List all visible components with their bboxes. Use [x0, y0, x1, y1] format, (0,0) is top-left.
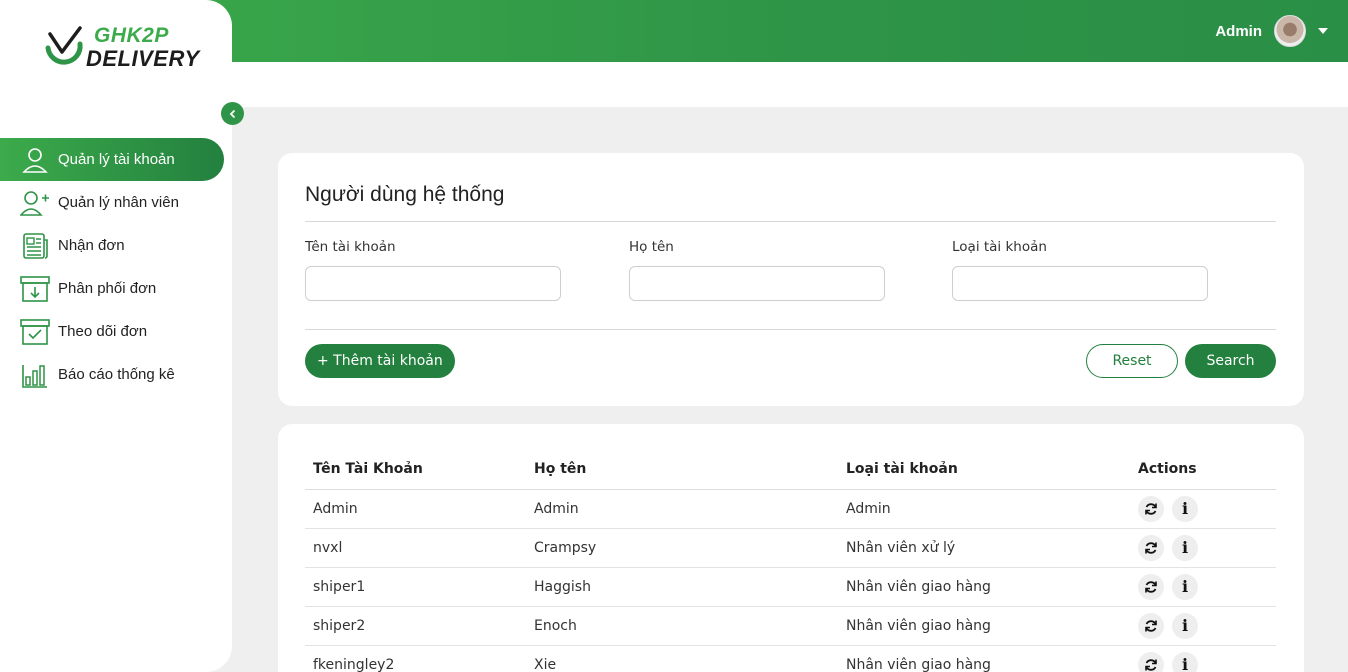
- sidebar-item-label: Phân phối đơn: [58, 280, 157, 297]
- sidebar-item-account-management[interactable]: Quản lý tài khoản: [0, 138, 224, 181]
- table-cell: Nhân viên xử lý: [838, 528, 1130, 568]
- fullname-input[interactable]: [629, 266, 885, 301]
- add-account-button[interactable]: + Thêm tài khoản: [305, 344, 455, 378]
- reset-button[interactable]: Reset: [1086, 344, 1178, 378]
- row-actions: i: [1138, 534, 1276, 561]
- fullname-label: Họ tên: [629, 239, 674, 255]
- table-cell: nvxl: [305, 528, 526, 568]
- sidebar-item-receive-orders[interactable]: Nhận đơn: [0, 224, 232, 267]
- user-name: Admin: [1215, 22, 1262, 40]
- table-body: Admin Admin Admin i nvxl Crampsy Nhân viên xử …: [305, 489, 1276, 672]
- sidebar-item-label: Theo dõi đơn: [58, 323, 148, 340]
- sidebar-item-label: Báo cáo thống kê: [58, 366, 175, 383]
- account-type-input[interactable]: [952, 266, 1208, 301]
- table-header-row: Tên Tài Khoản Họ tên Loại tài khoản Acti…: [305, 450, 1276, 490]
- row-actions: i: [1138, 573, 1276, 600]
- sidebar-item-distribute-orders[interactable]: Phân phối đơn: [0, 267, 232, 310]
- user-add-icon: [20, 188, 50, 218]
- sidebar-item-label: Quản lý nhân viên: [58, 194, 179, 211]
- row-actions: i: [1138, 612, 1276, 639]
- table-cell: Crampsy: [526, 528, 838, 568]
- username-filter: Tên tài khoản: [305, 239, 561, 301]
- table-row: Admin Admin Admin i: [305, 489, 1276, 529]
- table-cell: Nhân viên giao hàng: [838, 645, 1130, 672]
- accounts-table: Tên Tài Khoản Họ tên Loại tài khoản Acti…: [305, 450, 1276, 672]
- refresh-icon[interactable]: [1138, 651, 1164, 672]
- user-icon: [20, 145, 50, 175]
- column-header: Tên Tài Khoản: [305, 450, 526, 490]
- archive-download-icon: [20, 274, 50, 304]
- sidebar-item-track-orders[interactable]: Theo dõi đơn: [0, 310, 232, 353]
- username-label: Tên tài khoản: [305, 239, 396, 255]
- table-cell: Admin: [838, 489, 1130, 529]
- info-icon[interactable]: i: [1172, 612, 1198, 639]
- account-type-label: Loại tài khoản: [952, 239, 1047, 255]
- divider: [305, 221, 1276, 222]
- chevron-left-icon: [229, 109, 235, 118]
- brand-line1: GHK2P: [94, 24, 169, 47]
- actions-cell: i: [1130, 567, 1276, 607]
- column-header: Loại tài khoản: [838, 450, 1130, 490]
- search-button[interactable]: Search: [1185, 344, 1276, 378]
- bar-chart-icon: [20, 360, 50, 390]
- sidebar-collapse-button[interactable]: [221, 102, 244, 125]
- sidebar-item-label: Quản lý tài khoản: [58, 151, 175, 168]
- table-cell: fkeningley2: [305, 645, 526, 672]
- table-cell: shiper1: [305, 567, 526, 607]
- actions-cell: i: [1130, 606, 1276, 646]
- table-row: shiper2 Enoch Nhân viên giao hàng i: [305, 606, 1276, 646]
- info-icon[interactable]: i: [1172, 651, 1198, 672]
- brand-line2: DELIVERY: [86, 46, 200, 71]
- row-actions: i: [1138, 495, 1276, 522]
- logo-icon: [45, 26, 83, 65]
- column-header: Actions: [1130, 450, 1276, 490]
- table-cell: Xie: [526, 645, 838, 672]
- table-row: fkeningley2 Xie Nhân viên giao hàng i: [305, 645, 1276, 672]
- sidebar-item-staff-management[interactable]: Quản lý nhân viên: [0, 181, 232, 224]
- table-cell: Enoch: [526, 606, 838, 646]
- document-icon: [20, 231, 50, 261]
- logo: GHK2P DELIVERY: [40, 22, 200, 72]
- filter-card: Người dùng hệ thống Tên tài khoản Họ tên…: [278, 153, 1304, 406]
- table-row: shiper1 Haggish Nhân viên giao hàng i: [305, 567, 1276, 607]
- subheader-bar: [232, 62, 1348, 107]
- table-cell: Haggish: [526, 567, 838, 607]
- sidebar-item-reports[interactable]: Báo cáo thống kê: [0, 353, 232, 396]
- info-icon[interactable]: i: [1172, 495, 1198, 522]
- page-title: Người dùng hệ thống: [305, 183, 505, 206]
- divider: [305, 329, 1276, 330]
- actions-cell: i: [1130, 528, 1276, 568]
- fullname-filter: Họ tên: [629, 239, 885, 301]
- column-header: Họ tên: [526, 450, 838, 490]
- user-menu[interactable]: Admin: [1215, 14, 1328, 48]
- table-cell: shiper2: [305, 606, 526, 646]
- table-cell: Admin: [305, 489, 526, 529]
- refresh-icon[interactable]: [1138, 495, 1164, 522]
- sidebar: GHK2P DELIVERY Quản lý tài khoản Quản lý…: [0, 0, 232, 672]
- archive-check-icon: [20, 317, 50, 347]
- info-icon[interactable]: i: [1172, 534, 1198, 561]
- chevron-down-icon[interactable]: [1318, 28, 1328, 34]
- sidebar-item-label: Nhận đơn: [58, 237, 125, 254]
- avatar[interactable]: [1274, 15, 1306, 47]
- actions-cell: i: [1130, 489, 1276, 529]
- accounts-table-card: Tên Tài Khoản Họ tên Loại tài khoản Acti…: [278, 424, 1304, 672]
- row-actions: i: [1138, 651, 1276, 672]
- refresh-icon[interactable]: [1138, 534, 1164, 561]
- actions-cell: i: [1130, 645, 1276, 672]
- table-cell: Nhân viên giao hàng: [838, 567, 1130, 607]
- username-input[interactable]: [305, 266, 561, 301]
- table-cell: Nhân viên giao hàng: [838, 606, 1130, 646]
- refresh-icon[interactable]: [1138, 573, 1164, 600]
- table-row: nvxl Crampsy Nhân viên xử lý i: [305, 528, 1276, 568]
- account-type-filter: Loại tài khoản: [952, 239, 1208, 301]
- table-cell: Admin: [526, 489, 838, 529]
- info-icon[interactable]: i: [1172, 573, 1198, 600]
- sidebar-menu: Quản lý tài khoản Quản lý nhân viên Nhận…: [0, 138, 232, 396]
- refresh-icon[interactable]: [1138, 612, 1164, 639]
